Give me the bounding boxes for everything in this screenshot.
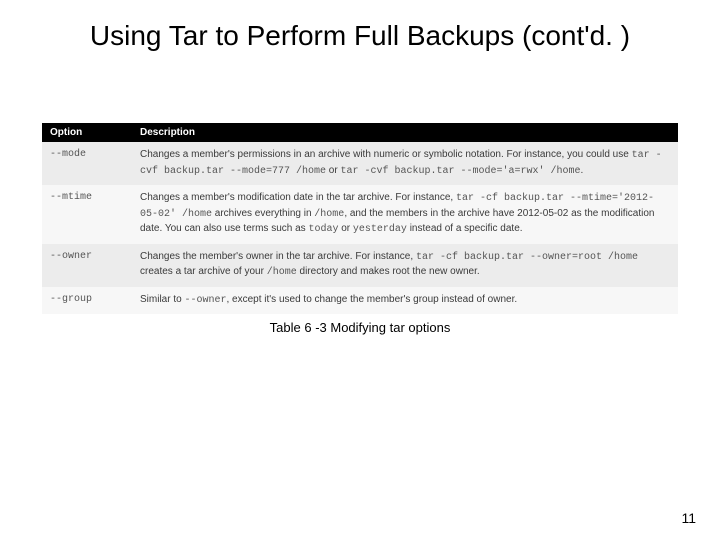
table-caption: Table 6 -3 Modifying tar options [42,320,678,335]
description-cell: Changes the member's owner in the tar ar… [132,244,678,287]
table-row: --mtime Changes a member's modification … [42,185,678,244]
option-cell: --mtime [42,185,132,244]
code-span: today [308,224,338,235]
description-cell: Changes a member's modification date in … [132,185,678,244]
table-row: --owner Changes the member's owner in th… [42,244,678,287]
option-cell: --mode [42,142,132,185]
option-cell: --group [42,287,132,315]
desc-text: , except it's used to change the member'… [226,294,517,305]
desc-text: . [581,165,584,176]
options-table: Option Description --mode Changes a memb… [42,123,678,314]
option-cell: --owner [42,244,132,287]
code-span: /home [314,209,344,220]
desc-text: Changes a member's permissions in an arc… [140,149,632,160]
desc-text: Similar to [140,294,184,305]
desc-text: Changes a member's modification date in … [140,192,456,203]
desc-text: or [326,165,340,176]
desc-text: creates a tar archive of your [140,266,267,277]
code-span: tar -cvf backup.tar --mode='a=rwx' /home [340,166,580,177]
description-cell: Similar to --owner, except it's used to … [132,287,678,315]
col-header-option: Option [42,123,132,142]
options-table-wrap: Option Description --mode Changes a memb… [42,123,678,335]
desc-text: archives everything in [212,208,314,219]
desc-text: directory and makes root the new owner. [297,266,480,277]
code-span: /home [267,267,297,278]
desc-text: Changes the member's owner in the tar ar… [140,251,416,262]
code-span: yesterday [353,224,407,235]
slide-title: Using Tar to Perform Full Backups (cont'… [0,0,720,53]
table-row: --group Similar to --owner, except it's … [42,287,678,315]
code-span: --owner [184,295,226,306]
code-span: tar -cf backup.tar --owner=root /home [416,252,638,263]
col-header-description: Description [132,123,678,142]
description-cell: Changes a member's permissions in an arc… [132,142,678,185]
table-row: --mode Changes a member's permissions in… [42,142,678,185]
desc-text: instead of a specific date. [407,223,523,234]
desc-text: or [338,223,352,234]
page-number: 11 [681,510,696,526]
